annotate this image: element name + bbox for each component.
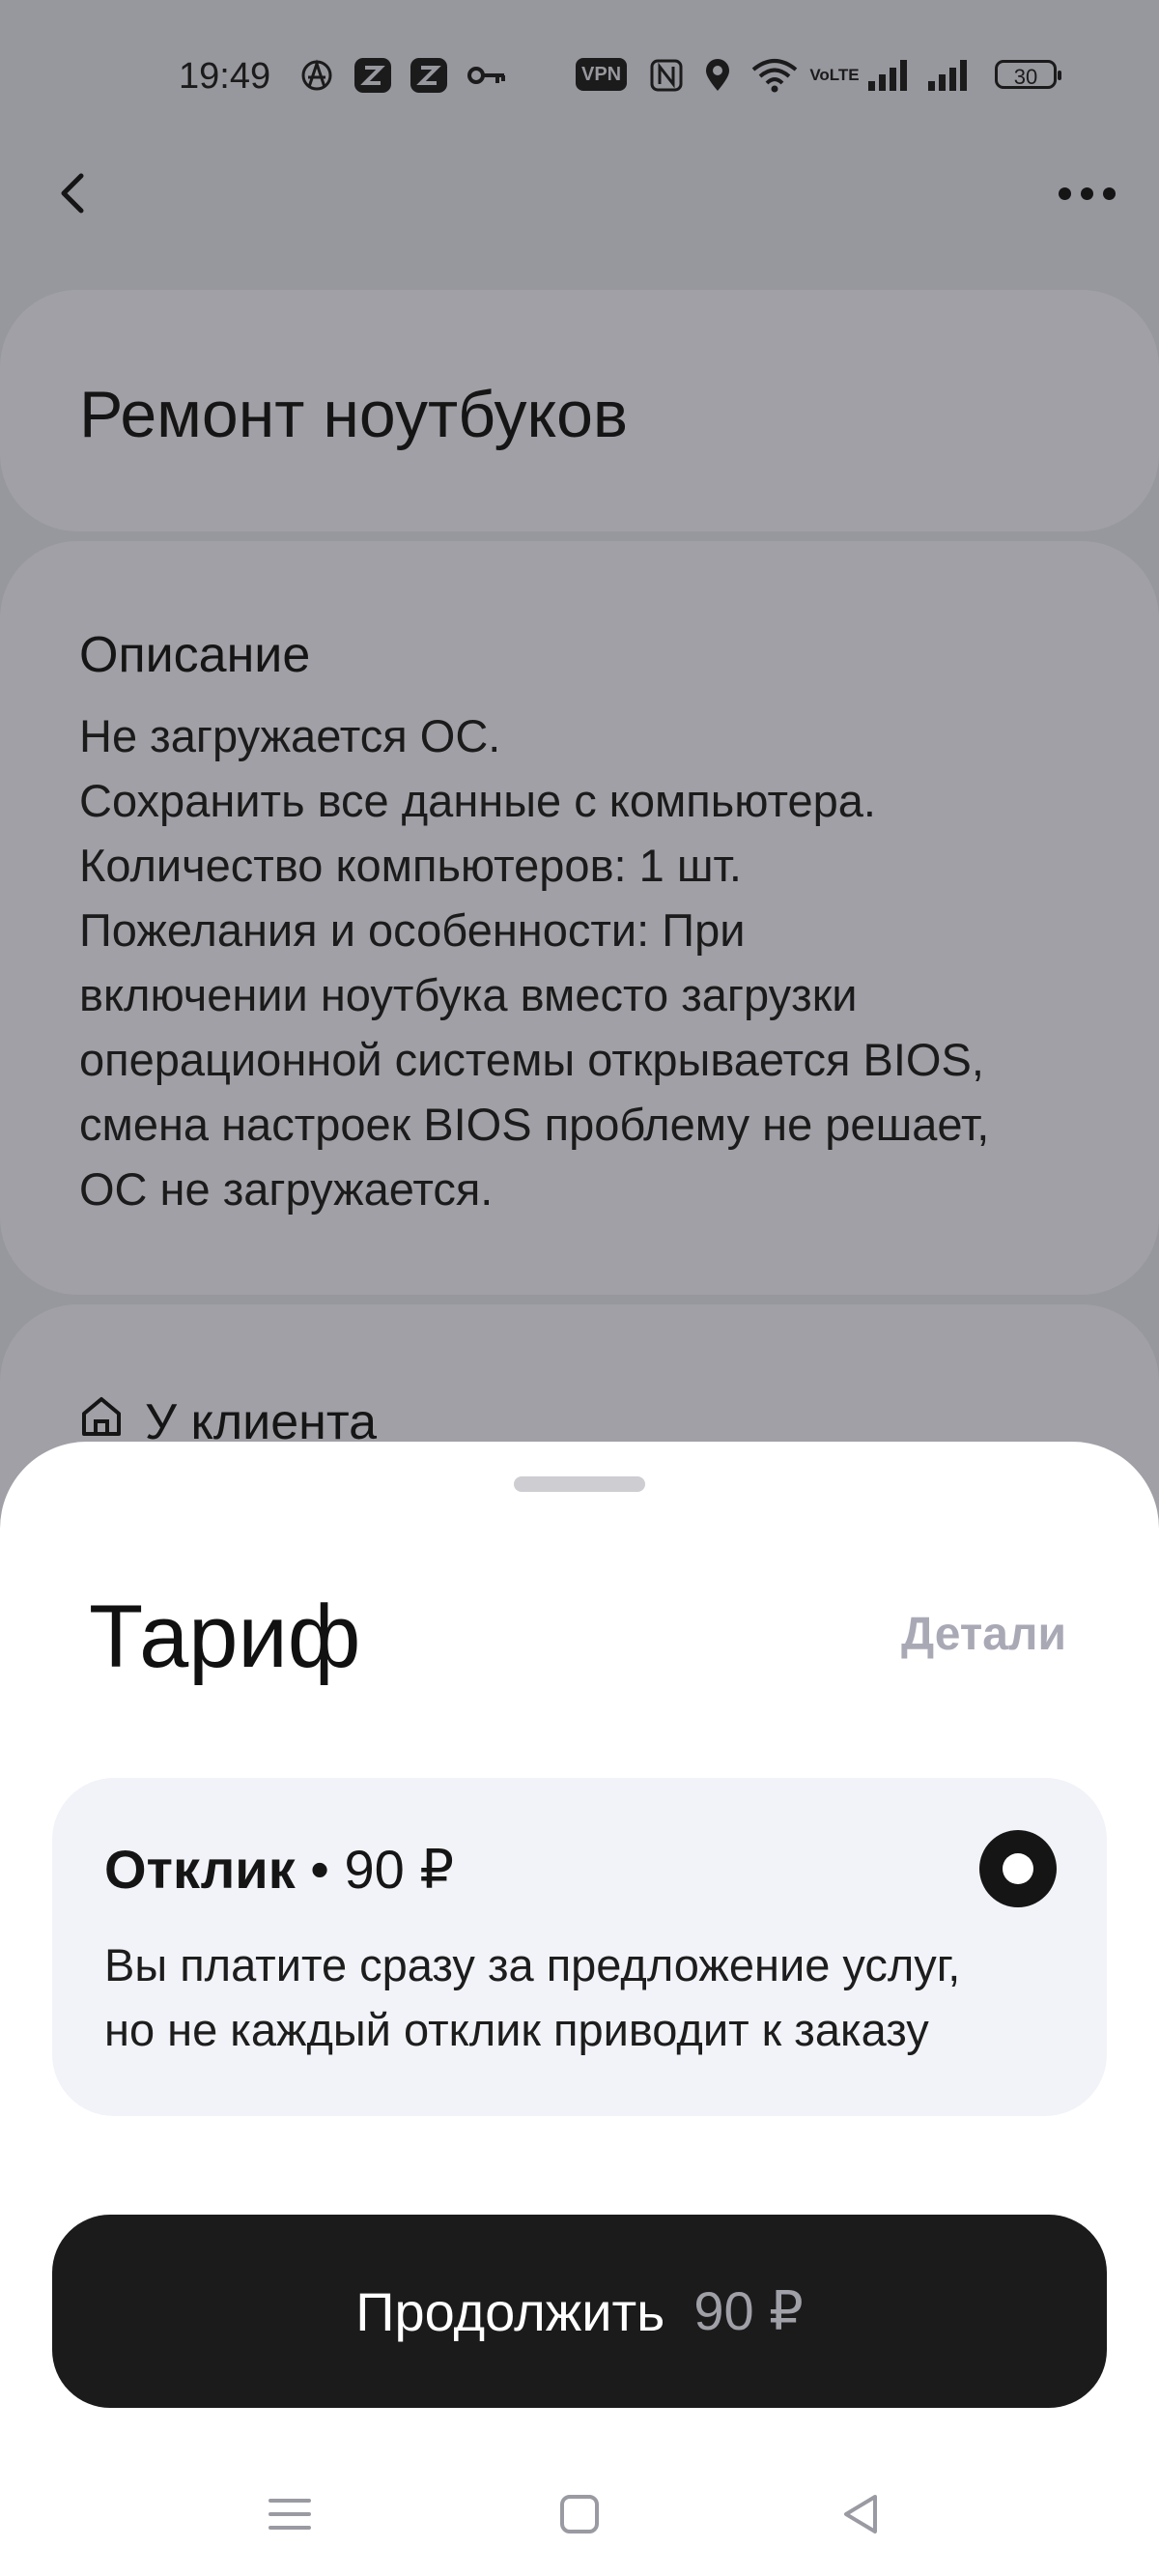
description-line: включении ноутбука вместо загрузки [79,969,858,1020]
service-title-card: Ремонт ноутбуков [0,290,1159,531]
status-time: 19:49 [179,56,271,97]
vpn-icon: VPN [576,58,628,91]
continue-price: 90 ₽ [693,2280,804,2341]
volte-icon: VoLTE [809,66,860,84]
app-z-icon [353,58,392,93]
tariff-description-line: Вы платите сразу за предложение услуг, [104,1939,961,1990]
sheet-title: Тариф [89,1588,361,1686]
description-line: Не загружается ОС. [79,710,501,761]
nfc-icon [649,58,684,93]
tariff-option-card[interactable]: Отклик • 90 ₽ Вы платите сразу за предло… [52,1778,1107,2116]
home-square-icon[interactable] [551,2485,608,2543]
back-arrow-icon [48,173,106,226]
wifi-icon [749,58,800,93]
description-line: операционной системы открывается BIOS, [79,1034,984,1085]
tariff-bottom-sheet: Тариф Детали Отклик • 90 ₽ Вы платите ср… [0,1442,1159,2576]
status-bar: 19:49 VPN VoLTE 30 [0,0,1159,155]
description-line: ОС не загружается. [79,1163,494,1215]
menu-icon[interactable] [261,2485,319,2543]
sheet-drag-handle[interactable] [514,1476,645,1492]
description-text: Не загружается ОС. Сохранить все данные … [79,703,1122,1221]
tariff-separator: • [310,1839,329,1900]
tariff-name: Отклик [104,1839,296,1900]
details-link[interactable]: Детали [901,1608,1066,1661]
description-heading: Описание [79,627,311,683]
back-triangle-icon[interactable] [833,2485,890,2543]
signal-icon [867,58,910,93]
system-nav-bar [0,2466,1159,2576]
tariff-header: Отклик • 90 ₽ [104,1838,454,1902]
tariff-radio-selected[interactable] [979,1830,1057,1907]
description-line: Сохранить все данные с компьютера. [79,775,876,826]
location-icon [703,58,732,93]
service-title: Ремонт ноутбуков [79,378,629,451]
description-card: Описание Не загружается ОС. Сохранить вс… [0,541,1159,1295]
battery-icon: 30 [995,60,1061,89]
key-icon [467,58,506,93]
back-button[interactable] [48,164,106,222]
tariff-description-line: но не каждый отклик приводит к заказу [104,2004,929,2055]
tariff-price: 90 ₽ [344,1839,454,1900]
description-line: Количество компьютеров: 1 шт. [79,840,742,891]
tariff-description: Вы платите сразу за предложение услуг, н… [104,1932,960,2062]
description-line: смена настроек BIOS проблему не решает, [79,1099,990,1150]
app-z-icon [410,58,448,93]
more-dots-icon [1058,186,1071,200]
more-options-button[interactable] [1053,174,1120,213]
continue-label: Продолжить [355,2280,665,2342]
continue-button[interactable]: Продолжить 90 ₽ [52,2215,1107,2408]
description-line: Пожелания и особенности: При [79,904,746,956]
anarchy-icon [299,58,334,93]
signal-icon [927,58,970,93]
